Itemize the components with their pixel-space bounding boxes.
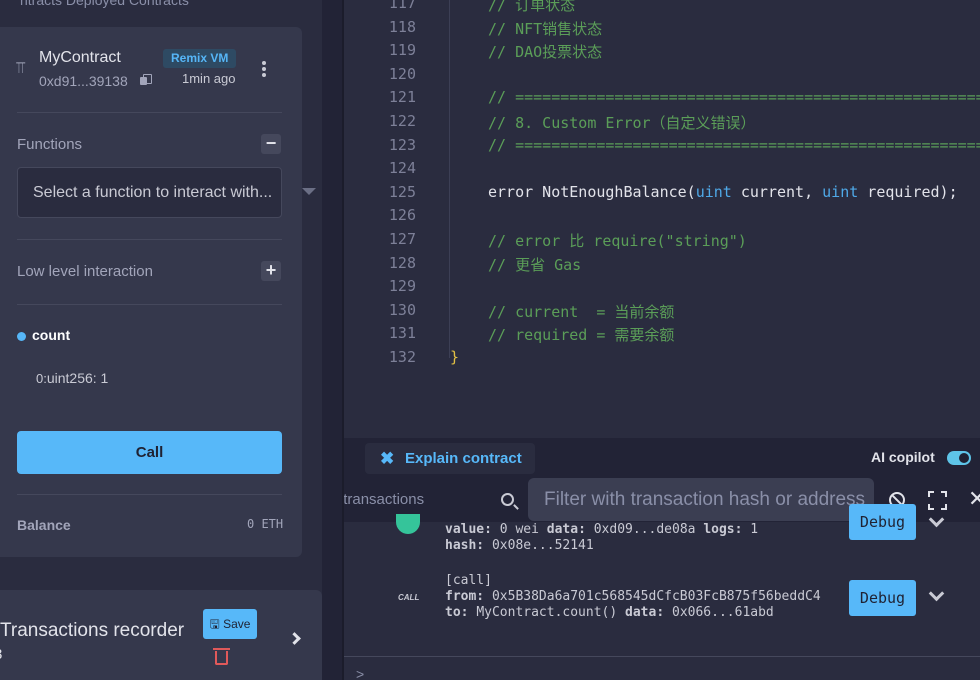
terminal-prompt[interactable]: > — [356, 666, 364, 680]
explain-label: Explain contract — [405, 450, 522, 467]
indent-guide — [449, 0, 450, 358]
transaction-filter-input[interactable]: Filter with transaction hash or address — [528, 478, 874, 521]
line-number: 117 — [388, 0, 416, 12]
code-line[interactable]: // DAO投票状态 — [488, 41, 602, 62]
line-number: 122 — [388, 112, 416, 130]
function-select[interactable]: Select a function to interact with... — [17, 167, 282, 218]
save-label: Save — [223, 617, 251, 631]
line-number: 120 — [388, 65, 416, 83]
debug-button[interactable]: Debug — [849, 504, 916, 540]
ai-copilot-toggle[interactable] — [947, 451, 971, 465]
ai-copilot-label: AI copilot — [871, 449, 935, 465]
code-line[interactable]: } — [450, 348, 459, 366]
expand-low-level-button[interactable]: + — [261, 261, 281, 281]
fullscreen-icon[interactable] — [928, 491, 947, 510]
ai-toolbar: ✖ Explain contract AI copilot — [344, 438, 980, 476]
recorder-count: 3 — [0, 646, 2, 663]
chevron-right-icon[interactable] — [288, 632, 301, 645]
environment-badge: Remix VM — [163, 49, 237, 68]
explain-contract-button[interactable]: ✖ Explain contract — [365, 443, 535, 474]
call-result: 0:uint256: 1 — [36, 370, 108, 386]
code-line[interactable]: // 订单状态 — [488, 0, 575, 15]
line-number: 124 — [388, 159, 416, 177]
listen-all-transactions-label[interactable]: listen on all transactions — [344, 491, 424, 508]
code-line[interactable]: // 8. Custom Error（自定义错误） — [488, 112, 756, 133]
balance-value: 0 ETH — [247, 517, 284, 531]
line-number: 119 — [388, 41, 416, 59]
line-number: 126 — [388, 206, 416, 224]
function-name: count — [32, 327, 71, 343]
line-number: 118 — [388, 18, 416, 36]
code-line[interactable]: // current = 当前余额 — [488, 301, 674, 322]
result-value: uint256: 1 — [46, 370, 109, 386]
low-level-label: Low level interaction — [17, 263, 153, 280]
deploy-time: 1min ago — [182, 71, 236, 86]
collapse-functions-button[interactable]: − — [261, 134, 281, 154]
chevron-down-icon[interactable] — [928, 585, 945, 602]
contract-name: MyContract — [39, 49, 121, 66]
recorder-title: Transactions recorder — [0, 620, 185, 641]
line-number: 129 — [388, 277, 416, 295]
function-select-placeholder: Select a function to interact with... — [33, 184, 273, 201]
trash-icon[interactable] — [213, 647, 230, 665]
code-line[interactable]: // NFT销售状态 — [488, 18, 602, 39]
success-check-icon — [396, 514, 420, 534]
line-number: 123 — [388, 136, 416, 154]
contract-address: 0xd91...39138 — [39, 73, 128, 89]
terminal-panel: listen on all transactions Filter with t… — [344, 476, 980, 680]
pin-icon[interactable]: ⫪ — [16, 60, 25, 78]
line-number: 127 — [388, 230, 416, 248]
function-status-dot — [17, 332, 26, 341]
line-number: 125 — [388, 183, 416, 201]
divider — [17, 239, 282, 240]
divider — [344, 656, 980, 657]
divider — [17, 112, 282, 113]
sparkle-icon: ✖ — [380, 449, 395, 468]
line-number: 128 — [388, 254, 416, 272]
call-tag: CALL — [398, 593, 420, 602]
code-line[interactable]: // error 比 require("string") — [488, 230, 747, 251]
divider — [17, 494, 282, 495]
balance-label: Balance — [17, 517, 71, 533]
code-line[interactable]: error NotEnoughBalance(uint current, uin… — [488, 183, 958, 201]
code-line[interactable]: // 更省 Gas — [488, 254, 581, 275]
code-line[interactable]: // =====================================… — [488, 136, 980, 154]
divider — [17, 304, 282, 305]
deploy-run-panel: ntracts Deployed Contracts ⫪ MyContract … — [0, 0, 322, 680]
code-editor[interactable] — [344, 0, 980, 440]
deployed-contract-card: ⫪ MyContract 0xd91...39138 Remix VM 1min… — [0, 27, 316, 557]
save-button[interactable]: 🖫 Save — [203, 609, 257, 639]
code-line[interactable]: // =====================================… — [488, 88, 980, 106]
transactions-recorder[interactable]: Transactions recorder 3 🖫 Save — [0, 590, 322, 680]
copy-icon[interactable] — [140, 74, 152, 86]
panel-header-text: ntracts Deployed Contracts — [20, 0, 189, 8]
chevron-down-icon[interactable] — [302, 188, 316, 195]
line-number: 131 — [388, 324, 416, 342]
functions-label: Functions — [17, 136, 83, 153]
more-options-icon[interactable] — [262, 61, 266, 77]
transaction-log[interactable]: value: 0 wei data: 0xd09...de08a logs: 1… — [445, 522, 758, 554]
close-icon[interactable]: ✕ — [968, 486, 980, 512]
call-button[interactable]: Call — [17, 431, 282, 474]
call-log[interactable]: [call] from: 0x5B38Da6a701c568545dCfcB03… — [445, 573, 821, 621]
debug-button[interactable]: Debug — [849, 580, 916, 616]
line-number: 132 — [388, 348, 416, 366]
panel-splitter[interactable] — [322, 0, 344, 680]
result-index: 0: — [36, 371, 47, 386]
line-number: 130 — [388, 301, 416, 319]
code-line[interactable]: // required = 需要余额 — [488, 324, 674, 345]
line-number: 121 — [388, 88, 416, 106]
search-icon[interactable] — [501, 493, 514, 506]
